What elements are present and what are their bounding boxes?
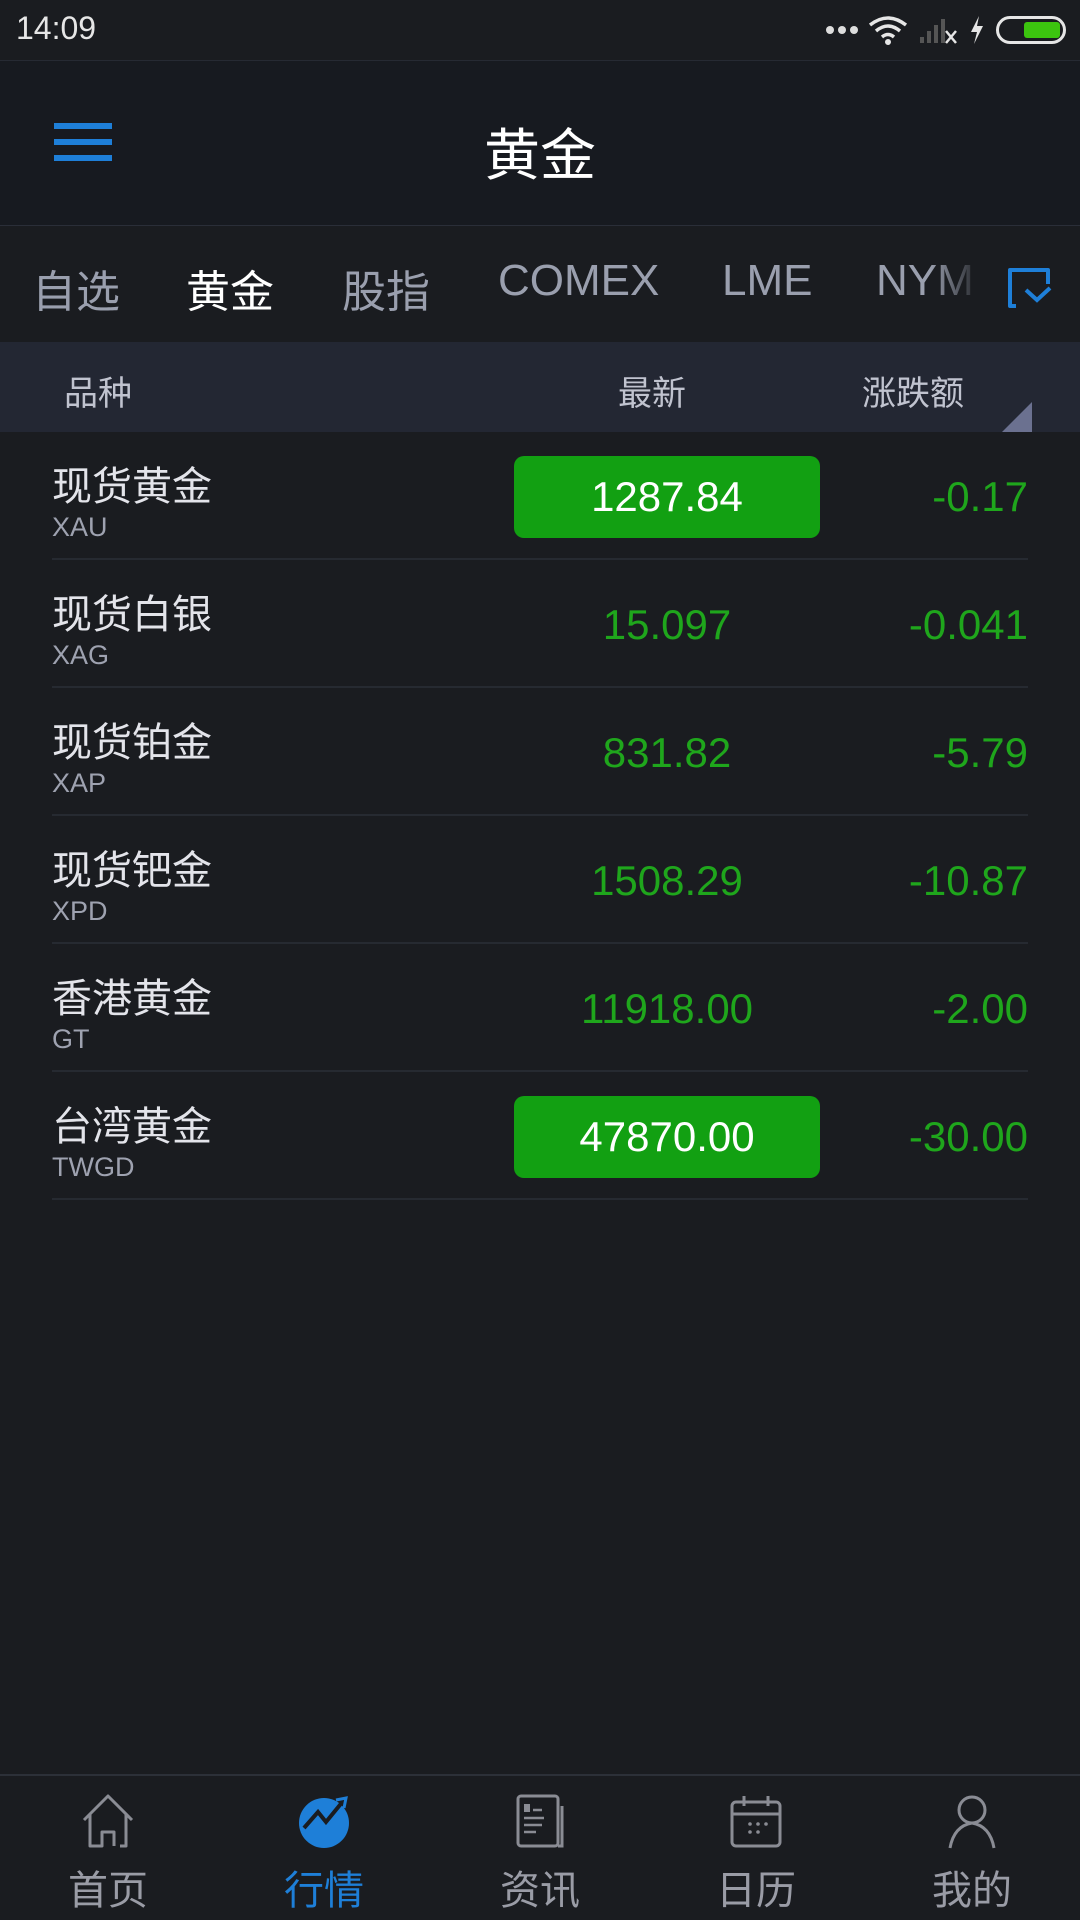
home-icon [82, 1794, 134, 1848]
market-category-tabs: 自选 黄金 股指 COMEX LME NYM [0, 226, 1080, 342]
quote-row[interactable]: 现货钯金 XPD 1508.29 -10.87 [52, 816, 1028, 944]
page-title: 黄金 [484, 124, 596, 189]
bottom-nav-label: 资讯 [500, 1868, 580, 1914]
signal-no-sim-icon [920, 19, 957, 44]
market-chart-icon [299, 1796, 349, 1848]
column-name-header: 品种 [64, 374, 132, 414]
latest-price: 1287.84 [514, 456, 820, 538]
tab-lme[interactable]: LME [722, 256, 812, 306]
profile-icon [948, 1795, 996, 1849]
instrument-name: 现货铂金 [52, 720, 212, 766]
price-change: -0.17 [932, 473, 1028, 520]
status-time: 14:09 [16, 10, 97, 46]
top-nav-bar: 黄金 [0, 60, 1080, 226]
instrument-code: XAP [52, 768, 107, 798]
bottom-nav-profile[interactable]: 我的 [864, 1776, 1080, 1920]
bottom-nav-calendar[interactable]: 日历 [648, 1776, 864, 1920]
price-change: -0.041 [908, 601, 1028, 648]
price-change: -2.00 [932, 985, 1028, 1032]
news-icon [516, 1794, 564, 1848]
latest-price: 11918.00 [580, 985, 754, 1032]
status-icons [826, 14, 1066, 46]
quote-list: 现货黄金 XAU 1287.84 -0.17 现货白银 XAG 15.097 -… [0, 432, 1080, 1200]
instrument-name: 现货白银 [52, 592, 212, 638]
bottom-nav-label: 日历 [716, 1868, 796, 1914]
quote-row[interactable]: 现货铂金 XAP 831.82 -5.79 [52, 688, 1028, 816]
bottom-nav-news[interactable]: 资讯 [432, 1776, 648, 1920]
latest-price: 15.097 [602, 601, 732, 648]
battery-icon [996, 16, 1066, 44]
bottom-nav-label: 首页 [68, 1868, 148, 1914]
status-bar: 14:09 [0, 0, 1080, 60]
bottom-nav-label: 我的 [932, 1868, 1012, 1914]
column-latest-header[interactable]: 最新 [618, 366, 686, 415]
latest-price: 47870.00 [514, 1096, 820, 1178]
bottom-nav-market[interactable]: 行情 [216, 1776, 432, 1920]
charging-icon [971, 16, 983, 44]
instrument-code: XAG [52, 640, 110, 670]
tab-watchlist[interactable]: 自选 [32, 256, 120, 320]
instrument-name: 现货钯金 [52, 848, 212, 894]
more-dots-icon [826, 26, 858, 34]
tab-comex[interactable]: COMEX [498, 256, 659, 306]
latest-price: 1508.29 [591, 857, 743, 904]
price-change: -10.87 [908, 857, 1028, 904]
sort-toggle-icon[interactable] [1002, 402, 1032, 432]
edit-tabs-icon[interactable] [1006, 266, 1054, 310]
tab-fade-overlay [930, 226, 1005, 342]
bottom-nav-bar: 首页 行情 资讯 日历 我的 [0, 1774, 1080, 1920]
wifi-icon [868, 16, 908, 45]
table-header: 品种 最新 涨跌额 [0, 342, 1080, 432]
column-change-header[interactable]: 涨跌额 [862, 366, 964, 415]
instrument-code: XAU [52, 512, 108, 542]
bottom-nav-label: 行情 [284, 1868, 364, 1914]
calendar-icon [730, 1796, 782, 1848]
bottom-nav-home[interactable]: 首页 [0, 1776, 216, 1920]
quote-row[interactable]: 现货黄金 XAU 1287.84 -0.17 [52, 432, 1028, 560]
instrument-name: 台湾黄金 [52, 1104, 212, 1150]
instrument-name: 香港黄金 [52, 976, 212, 1022]
price-change: -30.00 [908, 1113, 1028, 1160]
instrument-name: 现货黄金 [52, 464, 212, 510]
tab-gold[interactable]: 黄金 [186, 256, 274, 320]
instrument-code: TWGD [52, 1152, 135, 1182]
instrument-code: GT [52, 1024, 90, 1054]
quote-row[interactable]: 香港黄金 GT 11918.00 -2.00 [52, 944, 1028, 1072]
price-change: -5.79 [932, 729, 1028, 776]
instrument-code: XPD [52, 896, 108, 926]
quote-row[interactable]: 台湾黄金 TWGD 47870.00 -30.00 [52, 1072, 1028, 1200]
quote-row[interactable]: 现货白银 XAG 15.097 -0.041 [52, 560, 1028, 688]
tab-stock-index[interactable]: 股指 [342, 256, 430, 320]
latest-price: 831.82 [602, 729, 732, 776]
